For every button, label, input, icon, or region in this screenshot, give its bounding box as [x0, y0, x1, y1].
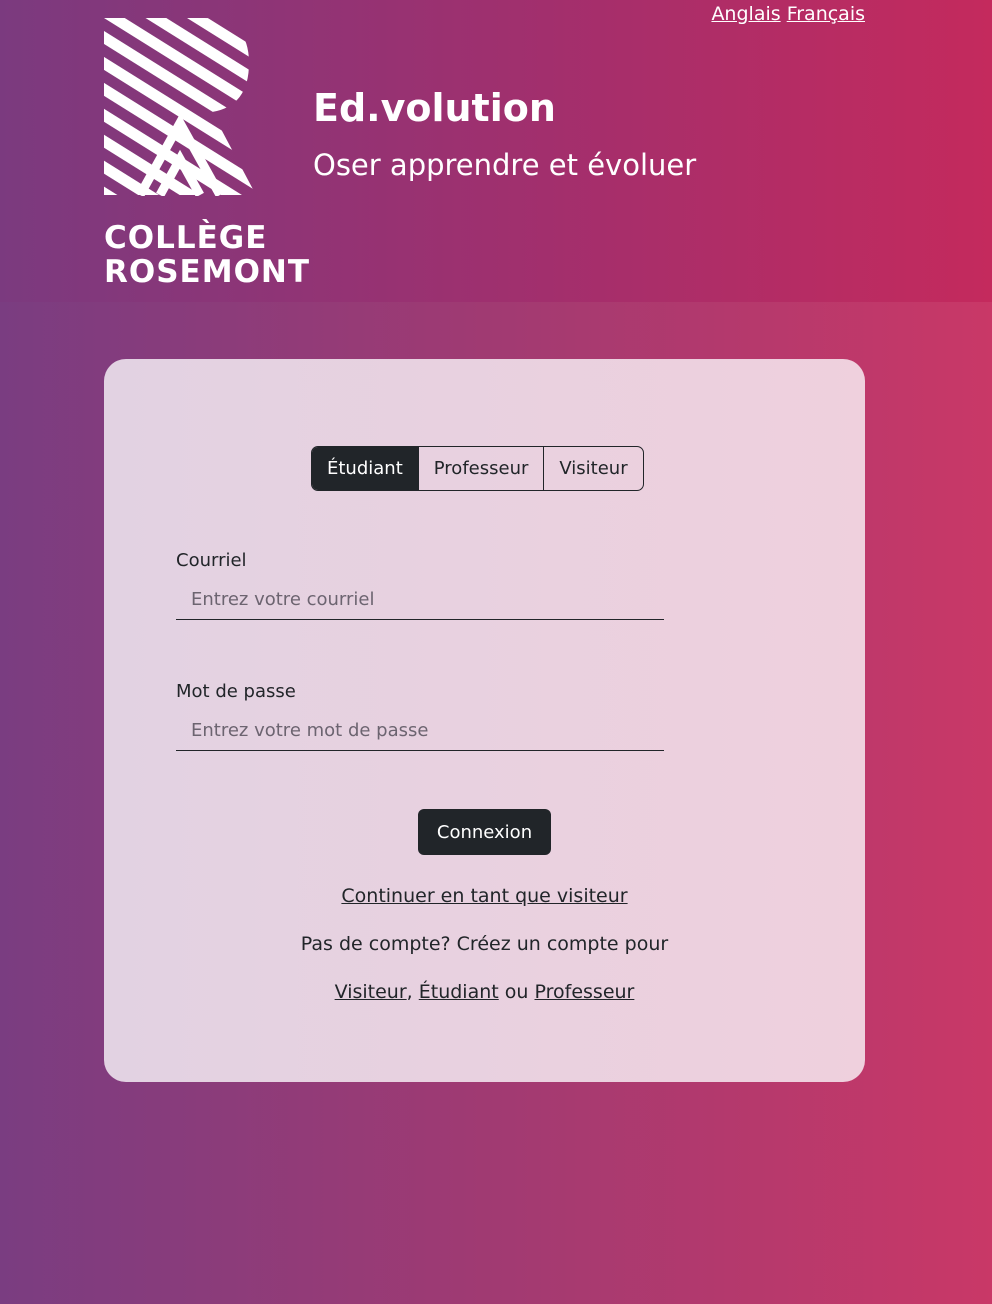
tab-visitor[interactable]: Visiteur: [543, 447, 642, 490]
site-header: Anglais Français COLLÈGE ROSEMONT Ed.vol…: [0, 0, 992, 302]
signup-links: Visiteur, Étudiant ou Professeur: [104, 981, 865, 1003]
password-field[interactable]: [176, 710, 664, 751]
logo-line-college: COLLÈGE: [104, 220, 268, 256]
email-field[interactable]: [176, 579, 664, 620]
tab-student[interactable]: Étudiant: [312, 447, 418, 490]
college-r-logo-icon: [104, 18, 256, 196]
signup-separator-comma: ,: [406, 981, 413, 1003]
language-link-french[interactable]: Français: [787, 3, 865, 25]
site-tagline: Oser apprendre et évoluer: [313, 148, 697, 182]
language-switcher: Anglais Français: [711, 3, 865, 25]
password-label: Mot de passe: [176, 681, 296, 702]
no-account-text: Pas de compte? Créez un compte pour: [300, 933, 669, 955]
continue-as-visitor-link[interactable]: Continuer en tant que visiteur: [341, 885, 627, 907]
tab-teacher[interactable]: Professeur: [417, 447, 544, 490]
login-button[interactable]: Connexion: [418, 809, 551, 855]
language-link-english[interactable]: Anglais: [711, 3, 780, 25]
logo-line-rosemont: ROSEMONT: [104, 254, 311, 290]
signup-teacher-link[interactable]: Professeur: [535, 981, 635, 1003]
login-card: Étudiant Professeur Visiteur Courriel Mo…: [104, 359, 865, 1082]
signup-student-link[interactable]: Étudiant: [419, 981, 499, 1003]
signup-visitor-link[interactable]: Visiteur: [335, 981, 407, 1003]
email-label: Courriel: [176, 550, 247, 571]
role-selector: Étudiant Professeur Visiteur: [311, 446, 644, 491]
site-title: Ed.volution: [313, 86, 556, 130]
signup-or-text: ou: [504, 981, 529, 1003]
logo-wordmark: COLLÈGE ROSEMONT: [104, 221, 310, 289]
college-logo[interactable]: COLLÈGE ROSEMONT: [104, 18, 309, 289]
continue-visitor-line: Continuer en tant que visiteur: [104, 885, 865, 907]
